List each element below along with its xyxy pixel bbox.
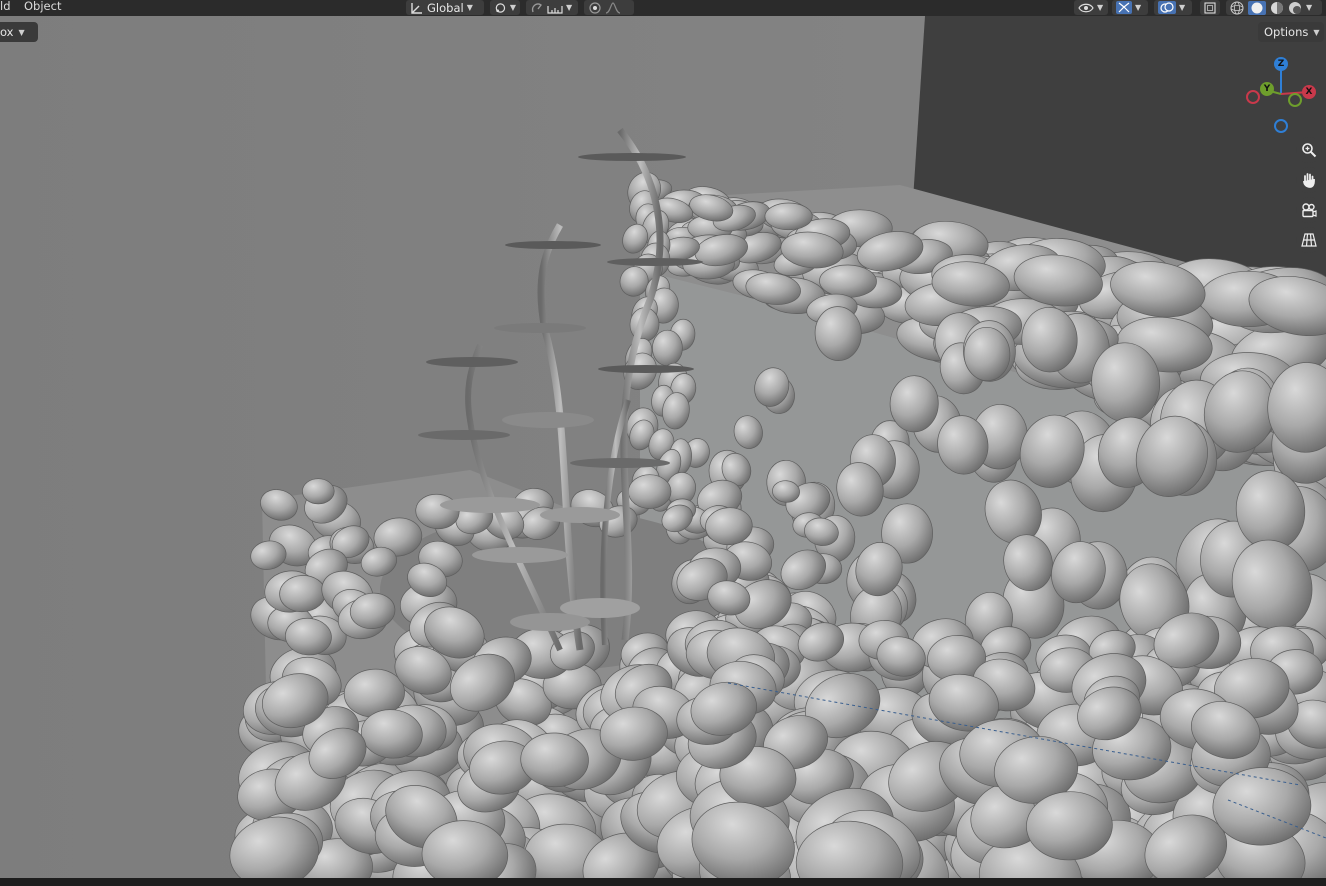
chevron-down-icon: ▼ [1135, 3, 1142, 12]
snap-icon [531, 2, 542, 12]
menu-object[interactable]: Object [24, 0, 61, 13]
x-axis-label: X [1305, 87, 1313, 97]
hand-icon [1303, 173, 1315, 188]
proportional-edit-group[interactable] [584, 0, 634, 15]
overlay-toggle[interactable]: ▼ [1154, 0, 1192, 15]
gizmo-z-axis[interactable]: Z [1274, 57, 1288, 71]
pivot-icon [495, 2, 506, 13]
gizmo-x-axis[interactable]: X [1302, 85, 1316, 99]
options-label: Options [1264, 25, 1309, 39]
chevron-down-icon: ▼ [466, 3, 473, 12]
perspective-toggle-button[interactable] [1296, 227, 1322, 253]
camera-icon [1302, 203, 1317, 218]
transform-orientation-icon [411, 2, 422, 14]
gizmo-neg-y-axis[interactable] [1288, 93, 1302, 107]
camera-view-button[interactable] [1296, 197, 1322, 223]
gizmo-toggle-icon [1116, 1, 1132, 14]
gizmo-neg-z-axis[interactable] [1274, 119, 1288, 133]
falloff-icon [605, 1, 621, 14]
options-dropdown[interactable]: Options ▼ [1258, 22, 1324, 42]
proportional-edit-icon [589, 1, 601, 14]
shading-material-icon[interactable] [1270, 1, 1284, 15]
3d-viewport[interactable]: ox ▼ Options ▼ Z X Y [0, 16, 1326, 878]
shading-solid-icon[interactable] [1248, 0, 1266, 15]
menu-add[interactable]: ld [0, 0, 11, 13]
xray-toggle[interactable] [1200, 0, 1220, 15]
chevron-down-icon: ▼ [566, 3, 573, 12]
snap-group[interactable]: ▼ [526, 0, 578, 15]
shading-rendered-icon[interactable] [1288, 1, 1302, 15]
chevron-down-icon: ▼ [1306, 3, 1313, 12]
zoom-button[interactable] [1296, 137, 1322, 163]
select-mode-dropdown[interactable]: ox ▼ [0, 22, 38, 42]
visibility-dropdown[interactable]: ▼ [1074, 0, 1108, 15]
zoom-icon [1302, 143, 1317, 158]
overlay-icon [1158, 1, 1176, 14]
chevron-down-icon: ▼ [509, 3, 516, 12]
navigation-gizmo[interactable]: Z X Y [1240, 52, 1324, 136]
select-mode-label: ox [0, 25, 14, 39]
transform-orientation-dropdown[interactable]: Global ▼ [406, 0, 484, 15]
snap-increment-icon [547, 5, 563, 14]
chevron-down-icon: ▼ [1179, 3, 1186, 12]
shading-mode-group[interactable]: ▼ [1226, 0, 1322, 15]
gizmo-toggle[interactable]: ▼ [1112, 0, 1148, 15]
gizmo-y-axis[interactable]: Y [1260, 82, 1274, 96]
y-axis-label: Y [1263, 84, 1271, 94]
z-axis-label: Z [1277, 59, 1285, 69]
viewport-header-bar: ld Object Global ▼ ▼ ▼ ▼ ▼ ▼ ▼ [0, 0, 1326, 16]
gizmo-neg-x-axis[interactable] [1246, 90, 1260, 104]
shading-wireframe-icon[interactable] [1230, 1, 1244, 15]
status-bar [0, 878, 1326, 886]
xray-icon [1204, 1, 1216, 14]
visibility-icon [1078, 3, 1094, 12]
grid-icon [1301, 233, 1317, 247]
chevron-down-icon: ▼ [1097, 3, 1104, 12]
scene-render [0, 16, 1326, 878]
chevron-down-icon: ▼ [1313, 27, 1320, 37]
pan-button[interactable] [1296, 167, 1322, 193]
transform-orientation-label: Global [427, 0, 464, 15]
pivot-point-dropdown[interactable]: ▼ [490, 0, 520, 15]
chevron-down-icon: ▼ [18, 27, 25, 37]
